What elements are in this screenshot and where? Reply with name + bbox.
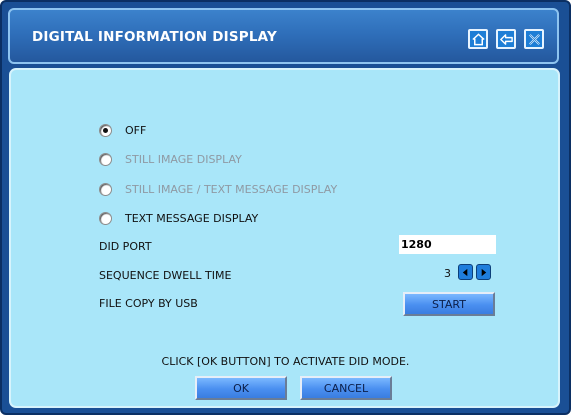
did-port-label: DID PORT [99, 240, 152, 253]
arrow-right-icon [481, 268, 487, 276]
option-label: STILL IMAGE / TEXT MESSAGE DISPLAY [125, 183, 338, 196]
cancel-button[interactable]: CANCEL [300, 376, 392, 400]
activation-notice: CLICK [OK BUTTON] TO ACTIVATE DID MODE. [161, 355, 410, 368]
option-still-image-display[interactable]: STILL IMAGE DISPLAY [99, 153, 242, 166]
window-title: DIGITAL INFORMATION DISPLAY [32, 29, 277, 45]
dwell-time-label: SEQUENCE DWELL TIME [99, 269, 232, 282]
back-arrow-icon [499, 33, 513, 45]
start-button[interactable]: START [403, 292, 495, 316]
dwell-time-value: 3 [444, 267, 451, 280]
close-icon [528, 33, 540, 45]
title-bar: DIGITAL INFORMATION DISPLAY [8, 8, 559, 64]
did-port-input[interactable]: 1280 [399, 235, 496, 254]
ok-button[interactable]: OK [195, 376, 287, 400]
radio-button[interactable] [99, 212, 112, 225]
home-icon [471, 32, 485, 45]
option-text-message-display[interactable]: TEXT MESSAGE DISPLAY [99, 212, 258, 225]
arrow-left-icon [462, 268, 468, 276]
close-button[interactable] [524, 29, 544, 49]
option-off[interactable]: OFF [99, 124, 146, 137]
option-label: OFF [125, 124, 147, 137]
radio-button[interactable] [99, 153, 112, 166]
option-still-image-text-message-display[interactable]: STILL IMAGE / TEXT MESSAGE DISPLAY [99, 183, 337, 196]
dwell-increase-button[interactable] [476, 264, 491, 280]
radio-button[interactable] [99, 183, 112, 196]
file-copy-label: FILE COPY BY USB [99, 297, 198, 310]
option-label: STILL IMAGE DISPLAY [125, 153, 242, 166]
back-button[interactable] [496, 29, 516, 49]
dwell-decrease-button[interactable] [458, 264, 473, 280]
did-window: DIGITAL INFORMATION DISPLAY OFF STILL IM… [0, 0, 571, 415]
home-button[interactable] [468, 29, 488, 49]
option-label: TEXT MESSAGE DISPLAY [125, 212, 259, 225]
radio-button[interactable] [99, 124, 112, 137]
